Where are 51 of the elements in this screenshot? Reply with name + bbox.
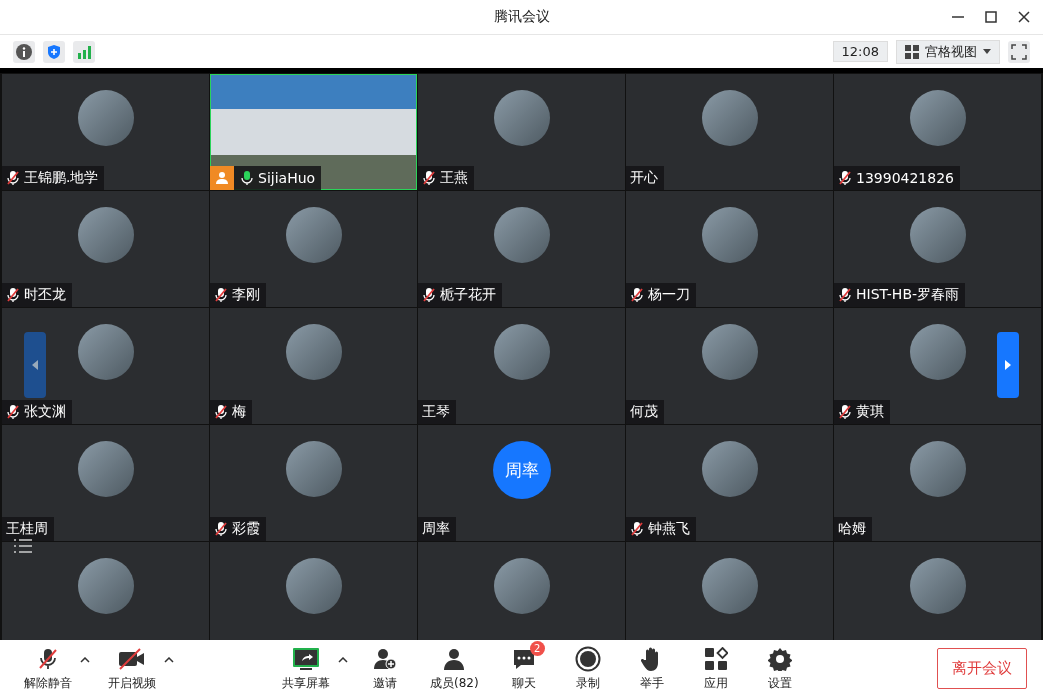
participant-name: 时丕龙: [24, 286, 66, 304]
participant-name: HIST-HB-罗春雨: [856, 286, 960, 304]
info-icon[interactable]: [13, 40, 35, 63]
dropdown-caret-icon: [983, 48, 991, 55]
participant-name: 张文渊: [24, 403, 66, 421]
participant-name: 13990421826: [856, 170, 954, 186]
caret-icon[interactable]: [80, 657, 90, 663]
hand-button[interactable]: 举手: [624, 644, 679, 692]
mic-button[interactable]: 解除静音: [16, 644, 80, 692]
participant-name: 梅: [232, 403, 246, 421]
participant-name: 周率: [422, 520, 450, 538]
members-button[interactable]: 成员(82): [422, 644, 487, 692]
close-icon[interactable]: [1017, 10, 1031, 24]
participant-name: 彩霞: [232, 520, 260, 538]
participant-name: 哈姆: [838, 520, 866, 538]
leave-meeting-button[interactable]: 离开会议: [937, 647, 1027, 689]
record-button[interactable]: 录制: [560, 644, 615, 692]
list-icon[interactable]: [14, 539, 32, 553]
camera-button[interactable]: 开启视频: [100, 644, 164, 692]
maximize-icon[interactable]: [984, 10, 998, 24]
caret-icon[interactable]: [338, 657, 348, 663]
settings-button[interactable]: 设置: [752, 644, 807, 692]
share-button[interactable]: 共享屏幕: [274, 644, 338, 692]
shield-icon[interactable]: [43, 40, 65, 63]
unread-count-badge: 2: [529, 640, 545, 656]
participant-name: 王燕: [440, 169, 468, 187]
participant-name: 王桂周: [6, 520, 48, 538]
participant-name: 黄琪: [856, 403, 884, 421]
window-title: 腾讯会议: [493, 8, 550, 26]
invite-button[interactable]: 邀请: [358, 644, 412, 692]
participant-name: 钟燕飞: [648, 520, 690, 538]
participant-name: 王琴: [422, 403, 450, 421]
apps-icon: [703, 644, 728, 673]
participant-name: 杨一刀: [648, 286, 690, 304]
participant-name: 李刚: [232, 286, 260, 304]
participant-name: SijiaHuo: [258, 170, 316, 186]
initials-avatar: 周率: [492, 441, 551, 499]
participant-name: 栀子花开: [440, 286, 496, 304]
participant-name: 开心: [630, 169, 658, 187]
participant-name: 何茂: [630, 403, 658, 421]
view-mode-dropdown[interactable]: 宫格视图: [896, 39, 1000, 64]
caret-icon[interactable]: [164, 657, 174, 663]
right-triangle-icon: [1005, 360, 1011, 370]
grid-icon: [905, 44, 919, 59]
participant-name: 王锦鹏.地学: [24, 169, 99, 187]
meeting-time: 12:08: [832, 41, 888, 62]
apps-button[interactable]: 应用: [688, 644, 743, 692]
left-triangle-icon: [32, 360, 38, 370]
fullscreen-icon[interactable]: [1008, 40, 1030, 63]
record-icon: [574, 644, 601, 673]
signal-icon[interactable]: [73, 40, 95, 63]
